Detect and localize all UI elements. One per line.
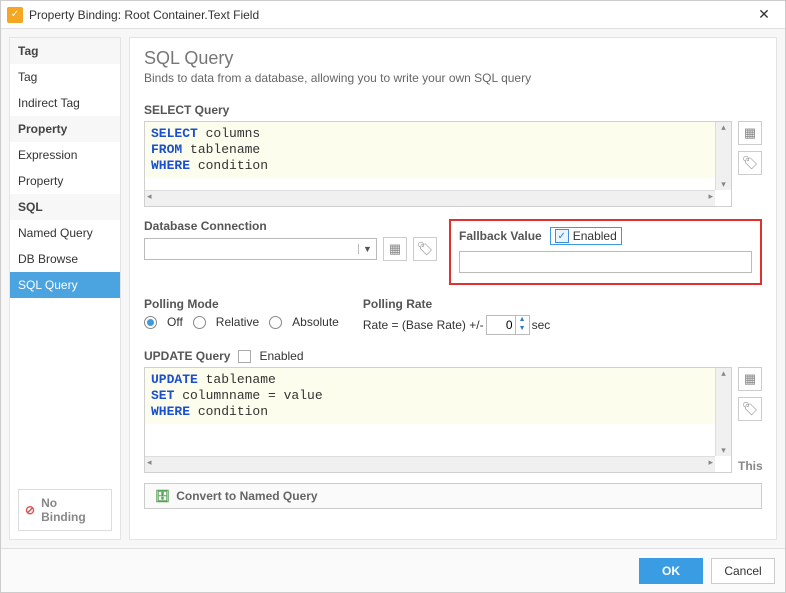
app-icon: ✓ <box>7 7 23 23</box>
no-binding-label: No Binding <box>41 496 105 524</box>
sidebar-spacer <box>10 298 120 481</box>
radio-off[interactable] <box>144 316 157 329</box>
polling-mode-radios: Off Relative Absolute <box>144 315 339 329</box>
page-desc: Binds to data from a database, allowing … <box>144 71 762 85</box>
update-enabled-checkbox[interactable] <box>238 350 251 363</box>
cancel-button[interactable]: Cancel <box>711 558 775 584</box>
update-enabled-label: Enabled <box>259 349 303 363</box>
db-prop-icon[interactable]: ▦ <box>383 237 407 261</box>
window-title: Property Binding: Root Container.Text Fi… <box>29 8 749 22</box>
rate-unit: sec <box>532 318 551 332</box>
sidebar-item-indirect-tag[interactable]: Indirect Tag <box>10 90 120 116</box>
polling-mode-col: Polling Mode Off Relative Absolute <box>144 297 339 329</box>
select-query-block: SELECT columns FROM tablename WHERE cond… <box>144 121 762 207</box>
select-code[interactable]: SELECT columns FROM tablename WHERE cond… <box>145 122 731 178</box>
select-query-label: SELECT Query <box>144 103 762 117</box>
convert-label: Convert to Named Query <box>176 489 317 503</box>
radio-absolute-label: Absolute <box>292 315 339 329</box>
sidebar-item-named-query[interactable]: Named Query <box>10 220 120 246</box>
close-icon[interactable]: ✕ <box>749 6 779 23</box>
no-binding-button[interactable]: ⊘ No Binding <box>18 489 112 531</box>
this-label[interactable]: This <box>738 459 762 473</box>
sidebar-cat-property: Property <box>10 116 120 142</box>
sidebar-cat-sql: SQL <box>10 194 120 220</box>
rate-input[interactable] <box>487 316 515 334</box>
fallback-box: Fallback Value ✓ Enabled <box>449 219 762 285</box>
fallback-label: Fallback Value <box>459 229 542 243</box>
update-query-block: UPDATE tablename SET columnname = value … <box>144 367 762 473</box>
polling-row: Polling Mode Off Relative Absolute Polli… <box>144 297 762 335</box>
sidebar-cat-tag: Tag <box>10 38 120 64</box>
rate-spinner[interactable]: ▲▼ <box>486 315 530 335</box>
update-query-editor[interactable]: UPDATE tablename SET columnname = value … <box>144 367 732 473</box>
fallback-checkbox[interactable]: ✓ <box>555 229 569 243</box>
db-tag-icon[interactable]: 🏷 <box>413 237 437 261</box>
insert-tag-icon[interactable]: 🏷 <box>738 151 762 175</box>
convert-to-named-query-button[interactable]: 🗄 Convert to Named Query <box>144 483 762 509</box>
db-fallback-row: Database Connection ▼ ▦ 🏷 Fallback Value <box>144 219 762 285</box>
update-head: UPDATE Query Enabled <box>144 349 762 363</box>
polling-rate-line: Rate = (Base Rate) +/- ▲▼ sec <box>363 315 550 335</box>
insert-property-icon[interactable]: ▦ <box>738 121 762 145</box>
db-conn-controls: ▼ ▦ 🏷 <box>144 237 437 261</box>
page-title: SQL Query <box>144 48 762 69</box>
no-binding-icon: ⊘ <box>25 503 35 517</box>
footer: OK Cancel <box>1 548 785 592</box>
update-prop-icon[interactable]: ▦ <box>738 367 762 391</box>
sidebar: Tag Tag Indirect Tag Property Expression… <box>9 37 121 540</box>
dialog-body: Tag Tag Indirect Tag Property Expression… <box>1 29 785 548</box>
radio-absolute[interactable] <box>269 316 282 329</box>
select-scroll-h[interactable] <box>145 190 715 206</box>
db-conn-select[interactable]: ▼ <box>144 238 377 260</box>
db-conn-label: Database Connection <box>144 219 437 233</box>
dropdown-arrow-icon[interactable]: ▼ <box>358 244 376 254</box>
update-scroll-v[interactable] <box>715 368 731 456</box>
update-query-label: UPDATE Query <box>144 349 230 363</box>
select-side-icons: ▦ 🏷 <box>738 121 762 207</box>
fallback-head: Fallback Value ✓ Enabled <box>459 227 752 245</box>
ok-button[interactable]: OK <box>639 558 703 584</box>
update-code[interactable]: UPDATE tablename SET columnname = value … <box>145 368 731 424</box>
spinner-arrows[interactable]: ▲▼ <box>515 316 529 334</box>
select-query-editor[interactable]: SELECT columns FROM tablename WHERE cond… <box>144 121 732 207</box>
update-scroll-h[interactable] <box>145 456 715 472</box>
db-conn-col: Database Connection ▼ ▦ 🏷 <box>144 219 437 285</box>
update-side-icons: ▦ 🏷 This <box>738 367 762 473</box>
sidebar-item-tag[interactable]: Tag <box>10 64 120 90</box>
sidebar-item-property[interactable]: Property <box>10 168 120 194</box>
main-panel: SQL Query Binds to data from a database,… <box>129 37 777 540</box>
radio-relative[interactable] <box>193 316 206 329</box>
polling-rate-col: Polling Rate Rate = (Base Rate) +/- ▲▼ s… <box>363 297 550 335</box>
database-icon: 🗄 <box>155 489 170 503</box>
fallback-input[interactable] <box>459 251 752 273</box>
update-tag-icon[interactable]: 🏷 <box>738 397 762 421</box>
sidebar-item-expression[interactable]: Expression <box>10 142 120 168</box>
radio-off-label: Off <box>167 315 183 329</box>
titlebar: ✓ Property Binding: Root Container.Text … <box>1 1 785 29</box>
polling-mode-label: Polling Mode <box>144 297 339 311</box>
sidebar-item-sql-query[interactable]: SQL Query <box>10 272 120 298</box>
rate-prefix: Rate = (Base Rate) +/- <box>363 318 484 332</box>
sidebar-item-db-browse[interactable]: DB Browse <box>10 246 120 272</box>
fallback-enabled-label: Enabled <box>573 229 617 243</box>
dialog-window: ✓ Property Binding: Root Container.Text … <box>0 0 786 593</box>
select-scroll-v[interactable] <box>715 122 731 190</box>
polling-rate-label: Polling Rate <box>363 297 550 311</box>
fallback-enabled-wrap[interactable]: ✓ Enabled <box>550 227 622 245</box>
radio-relative-label: Relative <box>216 315 259 329</box>
